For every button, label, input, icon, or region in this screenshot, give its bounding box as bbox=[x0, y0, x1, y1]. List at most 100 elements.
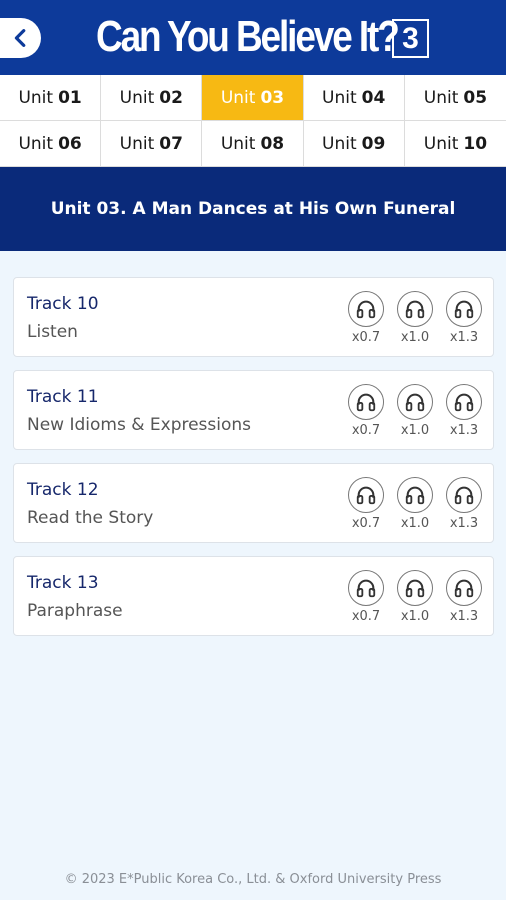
playback-speed-group: x0.7 x1.0 x1.3 bbox=[348, 477, 482, 531]
unit-tab-word: Unit bbox=[220, 133, 256, 154]
unit-tab-number: 03 bbox=[260, 87, 285, 108]
speed-label: x1.3 bbox=[449, 330, 479, 345]
playback-speed-group: x0.7 x1.0 x1.3 bbox=[348, 291, 482, 345]
speed-label: x1.3 bbox=[449, 609, 479, 624]
headphones-icon bbox=[356, 579, 376, 598]
unit-tab-09[interactable]: Unit 09 bbox=[303, 121, 405, 167]
speed-label: x1.0 bbox=[400, 330, 430, 345]
play-speed-button[interactable]: x1.0 bbox=[397, 384, 433, 438]
headphones-icon bbox=[356, 393, 376, 412]
back-button[interactable] bbox=[0, 18, 41, 58]
play-speed-button[interactable]: x1.3 bbox=[446, 384, 482, 438]
unit-tab-word: Unit bbox=[18, 87, 54, 108]
speed-label: x1.3 bbox=[449, 516, 479, 531]
unit-tab-number: 07 bbox=[159, 133, 183, 154]
unit-tab-word: Unit bbox=[322, 133, 357, 154]
speed-label: x0.7 bbox=[351, 609, 381, 624]
unit-tab-04[interactable]: Unit 04 bbox=[303, 75, 405, 121]
unit-tab-word: Unit bbox=[423, 87, 459, 108]
track-name: Track 11 bbox=[27, 387, 99, 407]
unit-title-banner: Unit 03. A Man Dances at His Own Funeral bbox=[0, 167, 506, 251]
unit-tab-number: 08 bbox=[260, 133, 285, 154]
play-speed-button[interactable]: x1.0 bbox=[397, 291, 433, 345]
unit-tab-05[interactable]: Unit 05 bbox=[404, 75, 506, 121]
track-name: Track 12 bbox=[27, 480, 99, 500]
playback-speed-group: x0.7 x1.0 x1.3 bbox=[348, 384, 482, 438]
headphones-icon bbox=[405, 393, 425, 412]
play-speed-button[interactable]: x0.7 bbox=[348, 291, 384, 345]
play-speed-button[interactable]: x0.7 bbox=[348, 570, 384, 624]
track-card: Track 11 New Idioms & Expressions x0.7 x1.0… bbox=[13, 370, 494, 450]
speed-label: x0.7 bbox=[351, 516, 381, 531]
headphones-icon bbox=[405, 579, 425, 598]
speed-label: x0.7 bbox=[351, 423, 381, 438]
app-header: Can You Believe It? 3 bbox=[0, 0, 506, 75]
speed-label: x1.0 bbox=[400, 423, 430, 438]
headphones-icon bbox=[454, 393, 474, 412]
speed-label: x1.0 bbox=[400, 516, 430, 531]
track-name: Track 10 bbox=[27, 294, 99, 314]
headphones-button-circle[interactable] bbox=[397, 477, 433, 513]
headphones-button-circle[interactable] bbox=[446, 291, 482, 327]
unit-tab-02[interactable]: Unit 02 bbox=[101, 75, 203, 121]
play-speed-button[interactable]: x1.0 bbox=[397, 570, 433, 624]
unit-tab-number: 06 bbox=[58, 133, 82, 154]
unit-tab-number: 02 bbox=[159, 87, 183, 108]
unit-title: Unit 03. A Man Dances at His Own Funeral bbox=[50, 199, 456, 219]
copyright-footer: © 2023 E*Public Korea Co., Ltd. & Oxford… bbox=[64, 872, 442, 887]
headphones-button-circle[interactable] bbox=[397, 570, 433, 606]
play-speed-button[interactable]: x1.0 bbox=[397, 477, 433, 531]
play-speed-button[interactable]: x0.7 bbox=[348, 477, 384, 531]
unit-tab-03[interactable]: Unit 03 bbox=[202, 75, 304, 121]
headphones-button-circle[interactable] bbox=[446, 384, 482, 420]
unit-tab-grid: Unit 01 Unit 02 Unit 03 Unit 04 Unit 05 Unit 06 Unit… bbox=[0, 75, 506, 167]
app-screen: Can You Believe It? 3 Unit 01 Unit 02 Unit 03… bbox=[0, 0, 506, 900]
headphones-button-circle[interactable] bbox=[348, 384, 384, 420]
headphones-icon bbox=[356, 300, 376, 319]
track-description: Read the Story bbox=[27, 508, 154, 528]
unit-tab-number: 10 bbox=[463, 133, 488, 154]
app-title: Can You Believe It? bbox=[96, 12, 400, 61]
unit-tab-word: Unit bbox=[423, 133, 459, 154]
headphones-button-circle[interactable] bbox=[348, 570, 384, 606]
headphones-icon bbox=[405, 486, 425, 505]
headphones-button-circle[interactable] bbox=[397, 291, 433, 327]
unit-tab-number: 01 bbox=[58, 87, 82, 108]
unit-tab-06[interactable]: Unit 06 bbox=[0, 121, 102, 167]
track-description: New Idioms & Expressions bbox=[27, 415, 252, 435]
unit-tab-08[interactable]: Unit 08 bbox=[202, 121, 304, 167]
play-speed-button[interactable]: x0.7 bbox=[348, 384, 384, 438]
unit-tab-word: Unit bbox=[322, 87, 357, 108]
play-speed-button[interactable]: x1.3 bbox=[446, 477, 482, 531]
headphones-icon bbox=[454, 486, 474, 505]
unit-tab-07[interactable]: Unit 07 bbox=[101, 121, 203, 167]
track-name: Track 13 bbox=[27, 573, 99, 593]
track-card: Track 10 Listen x0.7 x1.0 x1.3 bbox=[13, 277, 494, 357]
headphones-icon bbox=[454, 579, 474, 598]
track-card: Track 12 Read the Story x0.7 x1.0 x1.3 bbox=[13, 463, 494, 543]
unit-tab-number: 05 bbox=[463, 87, 488, 108]
speed-label: x1.0 bbox=[400, 609, 430, 624]
play-speed-button[interactable]: x1.3 bbox=[446, 570, 482, 624]
book-number-badge: 3 bbox=[392, 19, 429, 58]
headphones-button-circle[interactable] bbox=[348, 477, 384, 513]
playback-speed-group: x0.7 x1.0 x1.3 bbox=[348, 570, 482, 624]
unit-tab-number: 04 bbox=[361, 87, 386, 108]
speed-label: x0.7 bbox=[351, 330, 381, 345]
unit-tab-word: Unit bbox=[119, 87, 155, 108]
track-description: Paraphrase bbox=[27, 601, 123, 621]
track-description: Listen bbox=[27, 322, 78, 342]
headphones-button-circle[interactable] bbox=[397, 384, 433, 420]
headphones-icon bbox=[405, 300, 425, 319]
headphones-icon bbox=[356, 486, 376, 505]
headphones-button-circle[interactable] bbox=[348, 291, 384, 327]
headphones-button-circle[interactable] bbox=[446, 570, 482, 606]
unit-tab-10[interactable]: Unit 10 bbox=[404, 121, 506, 167]
speed-label: x1.3 bbox=[449, 423, 479, 438]
unit-tab-number: 09 bbox=[361, 133, 386, 154]
unit-tab-01[interactable]: Unit 01 bbox=[0, 75, 102, 121]
track-list: Track 10 Listen x0.7 x1.0 x1.3 Track 11 New Id… bbox=[13, 277, 494, 649]
play-speed-button[interactable]: x1.3 bbox=[446, 291, 482, 345]
headphones-button-circle[interactable] bbox=[446, 477, 482, 513]
headphones-icon bbox=[454, 300, 474, 319]
